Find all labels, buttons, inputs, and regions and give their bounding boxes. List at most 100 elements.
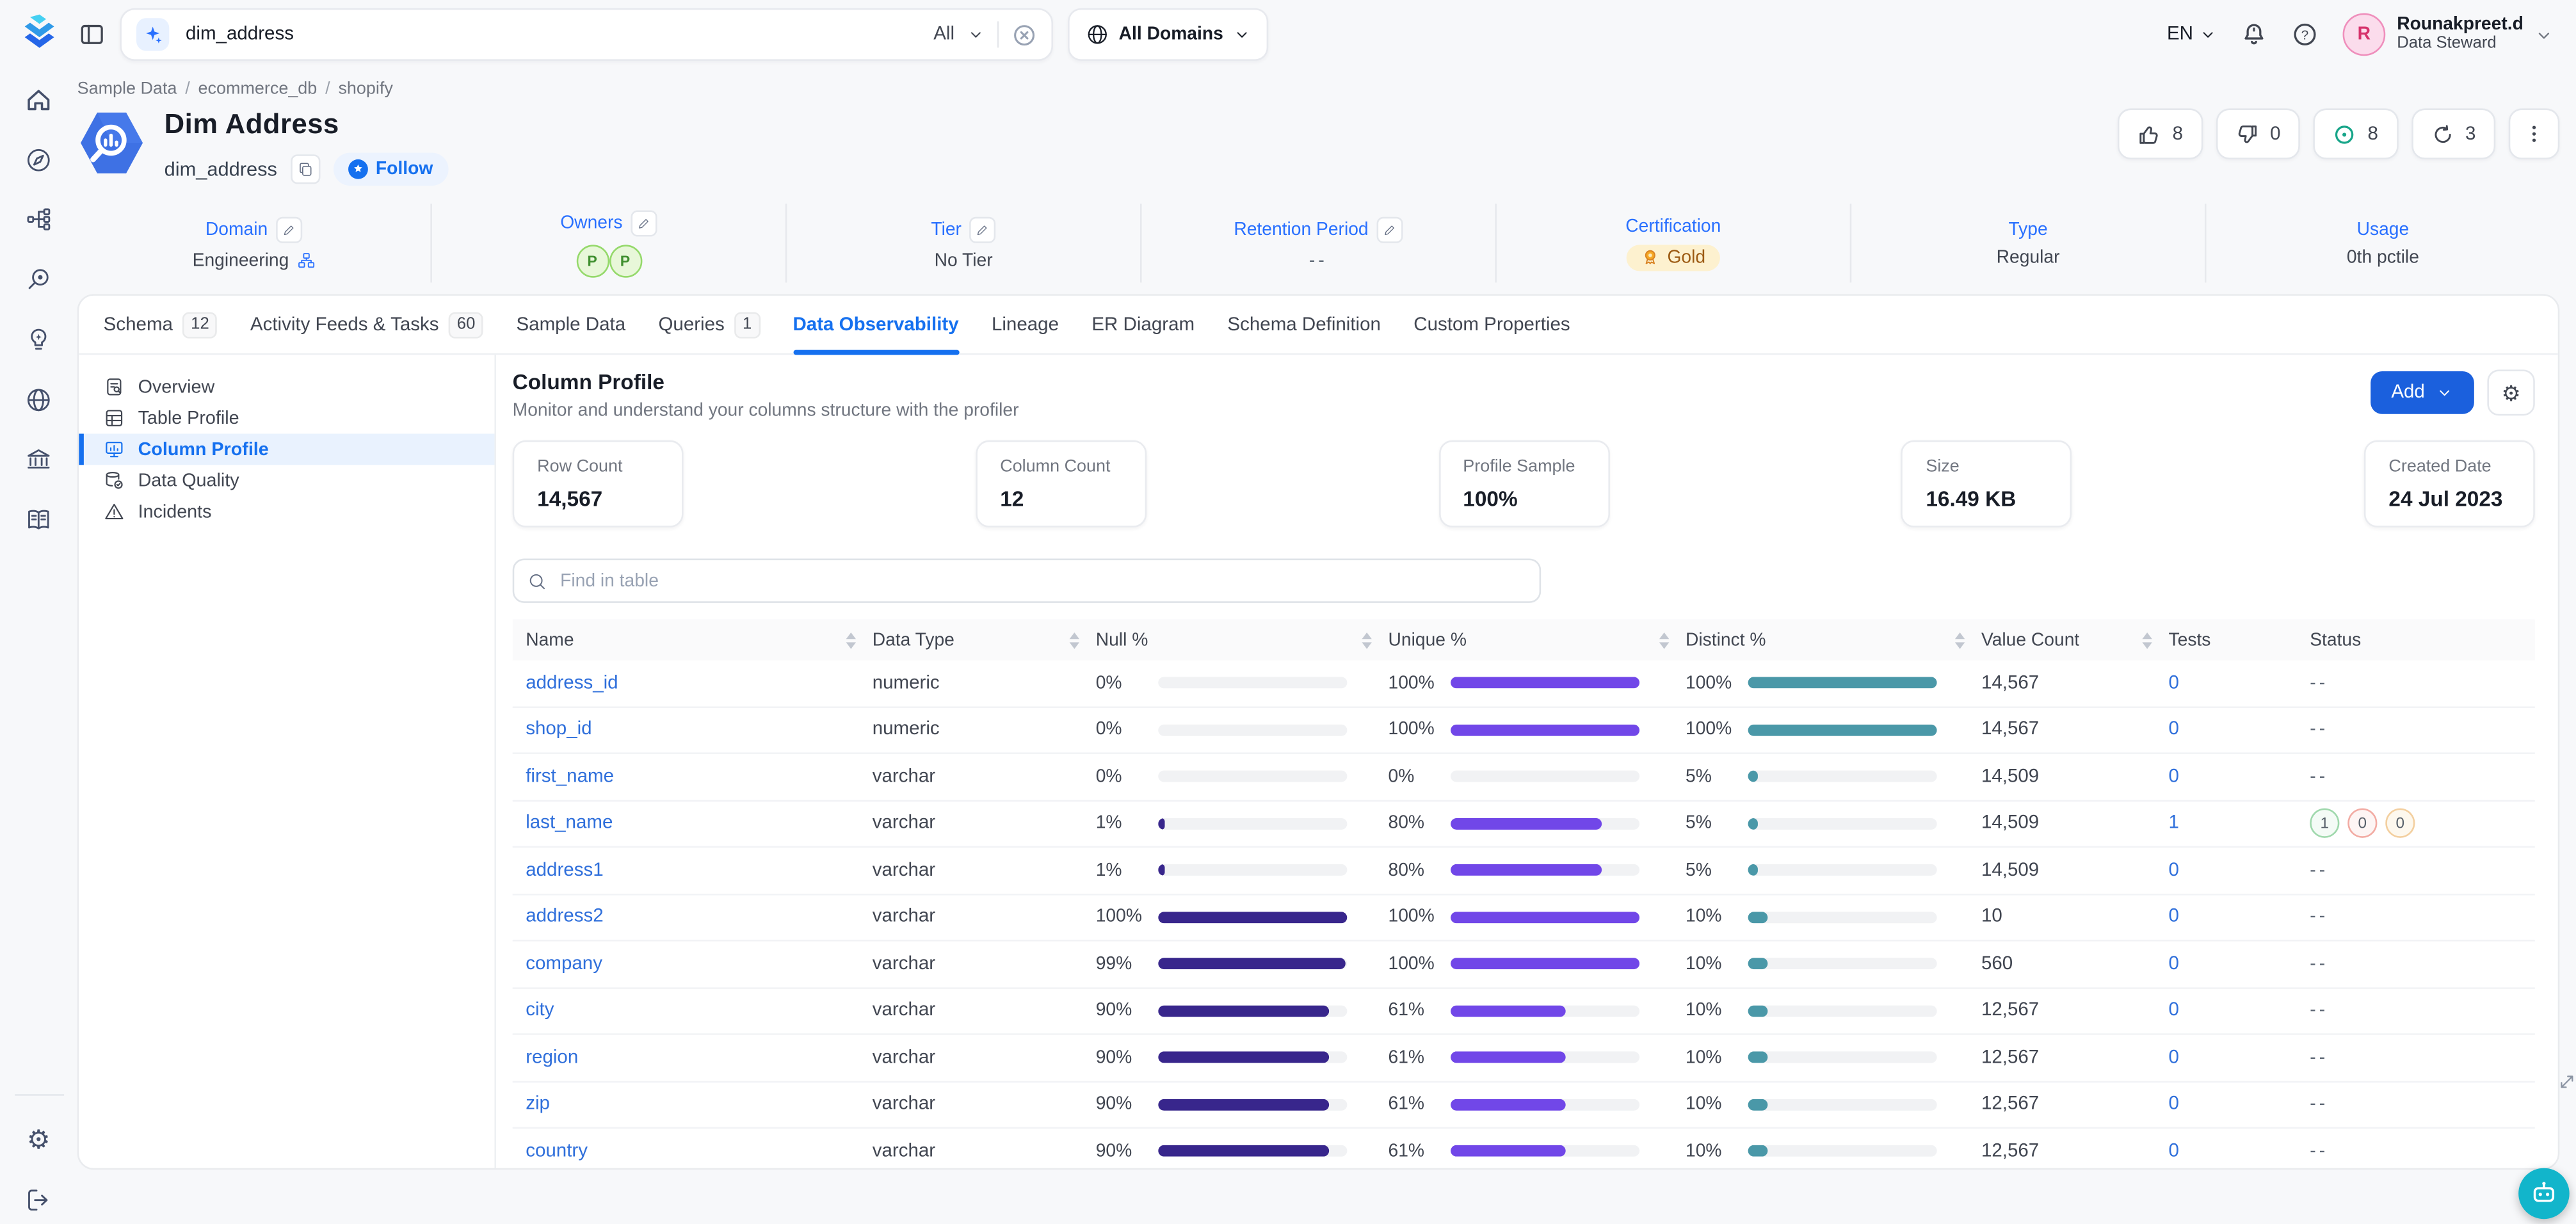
subnav-overview[interactable]: Overview <box>79 371 494 403</box>
col-header-unique-pct[interactable]: Unique % <box>1389 619 1686 660</box>
tests-count-link[interactable]: 1 <box>2169 814 2179 833</box>
col-header-null-pct[interactable]: Null % <box>1096 619 1389 660</box>
tab-data-observability[interactable]: Data Observability <box>793 296 958 353</box>
summary-cards: Row Count14,567 Column Count12 Profile S… <box>513 440 2535 527</box>
subnav-incidents[interactable]: Incidents <box>79 496 494 527</box>
copy-icon[interactable] <box>290 154 319 184</box>
home-icon[interactable] <box>24 85 52 113</box>
quality-score-button[interactable]: 8 <box>2314 108 2398 159</box>
downvote-button[interactable]: 0 <box>2216 108 2300 159</box>
table-row: cityvarchar90%61%10%12,5670-- <box>513 988 2535 1035</box>
logout-icon[interactable] <box>24 1186 52 1214</box>
null-pct-cell: 0% <box>1096 720 1389 740</box>
edit-icon[interactable] <box>1376 216 1403 242</box>
usage-value: 0th pctile <box>2347 247 2419 267</box>
domains-globe-icon[interactable] <box>24 385 52 414</box>
sidebar-toggle-icon[interactable] <box>79 21 105 47</box>
insights-bulb-icon[interactable] <box>24 325 52 353</box>
col-header-data-type[interactable]: Data Type <box>873 619 1096 660</box>
upvote-button[interactable]: 8 <box>2118 108 2203 159</box>
column-name-link[interactable]: city <box>526 1001 554 1021</box>
tests-count-link[interactable]: 0 <box>2169 954 2179 974</box>
observability-search-icon[interactable] <box>24 265 52 293</box>
column-name-link[interactable]: company <box>526 954 602 974</box>
column-name-link[interactable]: address1 <box>526 860 603 880</box>
subnav-table-profile[interactable]: Table Profile <box>79 403 494 434</box>
breadcrumb-link-database[interactable]: ecommerce_db <box>198 79 318 99</box>
column-name-link[interactable]: first_name <box>526 767 614 787</box>
subnav-data-quality[interactable]: Data Quality <box>79 465 494 496</box>
column-name-link[interactable]: region <box>526 1048 578 1068</box>
help-icon[interactable]: ? <box>2292 21 2318 47</box>
find-in-table-input[interactable] <box>557 569 1526 592</box>
tab-custom-properties[interactable]: Custom Properties <box>1413 296 1570 353</box>
sort-icon[interactable] <box>1362 632 1371 648</box>
entity-name: dim_address <box>165 157 277 181</box>
tests-count-link[interactable]: 0 <box>2169 767 2179 787</box>
lineage-network-icon[interactable] <box>24 205 52 234</box>
owner-avatar[interactable]: P <box>609 244 641 277</box>
tab-schema-definition[interactable]: Schema Definition <box>1227 296 1381 353</box>
tests-count-link[interactable]: 0 <box>2169 1141 2179 1161</box>
sort-icon[interactable] <box>2142 632 2152 648</box>
value-count-cell: 10 <box>1981 907 2169 927</box>
versions-button[interactable]: 3 <box>2411 108 2495 159</box>
search-input[interactable] <box>182 23 921 46</box>
sort-icon[interactable] <box>846 632 856 648</box>
column-name-link[interactable]: address2 <box>526 907 603 927</box>
tab-activity-feeds[interactable]: Activity Feeds & Tasks60 <box>250 296 483 353</box>
tab-sample-data[interactable]: Sample Data <box>516 296 625 353</box>
column-name-link[interactable]: address_id <box>526 673 618 693</box>
domain-value[interactable]: Engineering <box>193 250 289 270</box>
breadcrumb: Sample Data/ecommerce_db/shopify <box>77 79 2560 99</box>
breadcrumb-link-service[interactable]: Sample Data <box>77 79 177 99</box>
table-row: address1varchar1%80%5%14,5090-- <box>513 848 2535 894</box>
notifications-bell-icon[interactable] <box>2241 21 2267 47</box>
tests-count-link[interactable]: 0 <box>2169 673 2179 693</box>
column-name-link[interactable]: shop_id <box>526 720 592 740</box>
tab-lineage[interactable]: Lineage <box>992 296 1059 353</box>
col-header-name[interactable]: Name <box>513 619 873 660</box>
tests-count-link[interactable]: 0 <box>2169 1048 2179 1068</box>
app-logo-icon[interactable] <box>18 13 61 56</box>
profiler-settings-button[interactable]: ⚙ <box>2487 369 2534 415</box>
explore-compass-icon[interactable] <box>24 145 52 173</box>
column-name-link[interactable]: last_name <box>526 814 613 833</box>
edit-icon[interactable] <box>970 216 996 242</box>
tab-schema[interactable]: Schema12 <box>104 296 218 353</box>
follow-button[interactable]: Follow <box>333 153 447 186</box>
subnav-column-profile[interactable]: Column Profile <box>79 434 494 465</box>
tab-queries[interactable]: Queries1 <box>658 296 760 353</box>
tab-er-diagram[interactable]: ER Diagram <box>1091 296 1195 353</box>
tests-count-link[interactable]: 0 <box>2169 1095 2179 1115</box>
unique-pct-cell: 0% <box>1389 767 1686 787</box>
sort-icon[interactable] <box>1659 632 1669 648</box>
chat-assistant-button[interactable] <box>2518 1168 2570 1220</box>
user-menu[interactable]: R Rounakpreet.d Data Steward <box>2343 13 2554 56</box>
col-header-value-count[interactable]: Value Count <box>1981 619 2169 660</box>
tests-count-link[interactable]: 0 <box>2169 1001 2179 1021</box>
tests-count-link[interactable]: 0 <box>2169 720 2179 740</box>
owner-avatar[interactable]: P <box>576 244 608 277</box>
tests-count-link[interactable]: 0 <box>2169 860 2179 880</box>
edit-icon[interactable] <box>276 216 302 242</box>
domains-filter-button[interactable]: All Domains <box>1068 8 1268 61</box>
column-name-link[interactable]: country <box>526 1141 588 1161</box>
tests-count-link[interactable]: 0 <box>2169 907 2179 927</box>
sort-icon[interactable] <box>1955 632 1965 648</box>
col-header-distinct-pct[interactable]: Distinct % <box>1686 619 1981 660</box>
column-name-link[interactable]: zip <box>526 1095 550 1115</box>
resize-handle-icon[interactable] <box>2558 1073 2576 1091</box>
govern-bank-icon[interactable] <box>24 445 52 473</box>
glossary-book-icon[interactable] <box>24 505 52 533</box>
clear-search-icon[interactable] <box>1012 22 1036 47</box>
more-menu-button[interactable] <box>2509 108 2560 159</box>
language-selector[interactable]: EN <box>2167 24 2216 44</box>
edit-icon[interactable] <box>631 209 657 236</box>
add-button[interactable]: Add <box>2370 371 2474 414</box>
breadcrumb-link-schema[interactable]: shopify <box>338 79 392 99</box>
sort-icon[interactable] <box>1070 632 1079 648</box>
settings-gear-icon[interactable]: ⚙ <box>27 1128 51 1154</box>
quality-score-count: 8 <box>2368 124 2378 144</box>
search-scope-label[interactable]: All <box>933 24 954 44</box>
